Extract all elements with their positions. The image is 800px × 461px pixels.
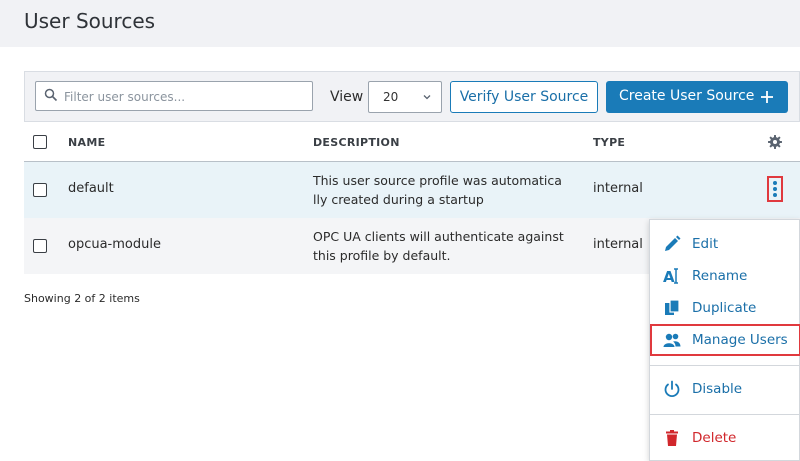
create-user-source-label: Create User Source <box>619 88 755 104</box>
create-user-source-button[interactable]: Create User Source <box>606 81 788 113</box>
row-name: opcua-module <box>68 237 161 252</box>
row-description-line: OPC UA clients will authenticate against <box>313 229 564 244</box>
duplicate-icon <box>665 299 680 315</box>
view-select-value: 20 <box>383 90 399 104</box>
row-description-line: this profile by default. <box>313 248 451 263</box>
search-input[interactable] <box>62 86 306 108</box>
menu-item-label: Rename <box>692 268 748 284</box>
kebab-dot <box>773 193 777 197</box>
items-count: Showing 2 of 2 items <box>24 292 140 305</box>
page-header: User Sources <box>0 0 800 47</box>
menu-divider <box>650 414 800 415</box>
row-description-line: lly created during a startup <box>313 192 484 207</box>
search-field[interactable] <box>35 81 313 111</box>
menu-item-label: Edit <box>692 236 719 252</box>
users-icon <box>663 333 681 347</box>
column-type-header[interactable]: TYPE <box>593 136 625 149</box>
row-type: internal <box>593 237 643 252</box>
menu-divider <box>650 365 800 366</box>
menu-item-label: Duplicate <box>692 300 757 316</box>
row-actions-menu: Edit A Rename Duplicate Manage Users Dis… <box>649 219 800 461</box>
table-header: NAME DESCRIPTION TYPE <box>24 122 800 162</box>
verify-user-source-button[interactable]: Verify User Source <box>450 81 598 113</box>
menu-item-label: Manage Users <box>692 332 788 348</box>
menu-item-label: Delete <box>692 430 737 446</box>
plus-icon <box>761 91 773 103</box>
pencil-icon <box>665 235 681 251</box>
row-checkbox[interactable] <box>33 183 47 197</box>
svg-text:A: A <box>663 268 675 285</box>
search-icon <box>44 88 58 102</box>
rename-icon: A <box>663 268 678 285</box>
row-type: internal <box>593 181 643 196</box>
select-all-checkbox[interactable] <box>33 135 47 149</box>
row-description: OPC UA clients will authenticate against… <box>313 227 583 265</box>
table-row[interactable]: default This user source profile was aut… <box>24 162 800 218</box>
view-label: View <box>330 89 364 105</box>
row-checkbox[interactable] <box>33 239 47 253</box>
row-name: default <box>68 181 114 196</box>
kebab-dot <box>773 187 777 191</box>
gear-icon[interactable] <box>768 135 782 149</box>
power-icon <box>664 380 680 398</box>
menu-item-duplicate[interactable]: Duplicate <box>650 292 800 324</box>
kebab-dot <box>773 181 777 185</box>
menu-item-label: Disable <box>692 381 743 397</box>
column-name-header[interactable]: NAME <box>68 136 105 149</box>
menu-item-delete[interactable]: Delete <box>650 422 800 454</box>
row-description-line: This user source profile was automatica <box>313 173 562 188</box>
menu-item-edit[interactable]: Edit <box>650 228 800 260</box>
view-select[interactable]: 20 <box>368 81 442 113</box>
row-description: This user source profile was automatica … <box>313 171 583 209</box>
page-title: User Sources <box>24 9 156 33</box>
trash-icon <box>666 430 678 446</box>
menu-item-manage-users[interactable]: Manage Users <box>650 324 800 356</box>
chevron-down-icon <box>423 95 431 100</box>
column-description-header[interactable]: DESCRIPTION <box>313 136 400 149</box>
menu-item-rename[interactable]: A Rename <box>650 260 800 292</box>
toolbar: View 20 Verify User Source Create User S… <box>24 71 800 122</box>
row-actions-kebab-icon[interactable] <box>767 176 783 202</box>
menu-item-disable[interactable]: Disable <box>650 373 800 405</box>
